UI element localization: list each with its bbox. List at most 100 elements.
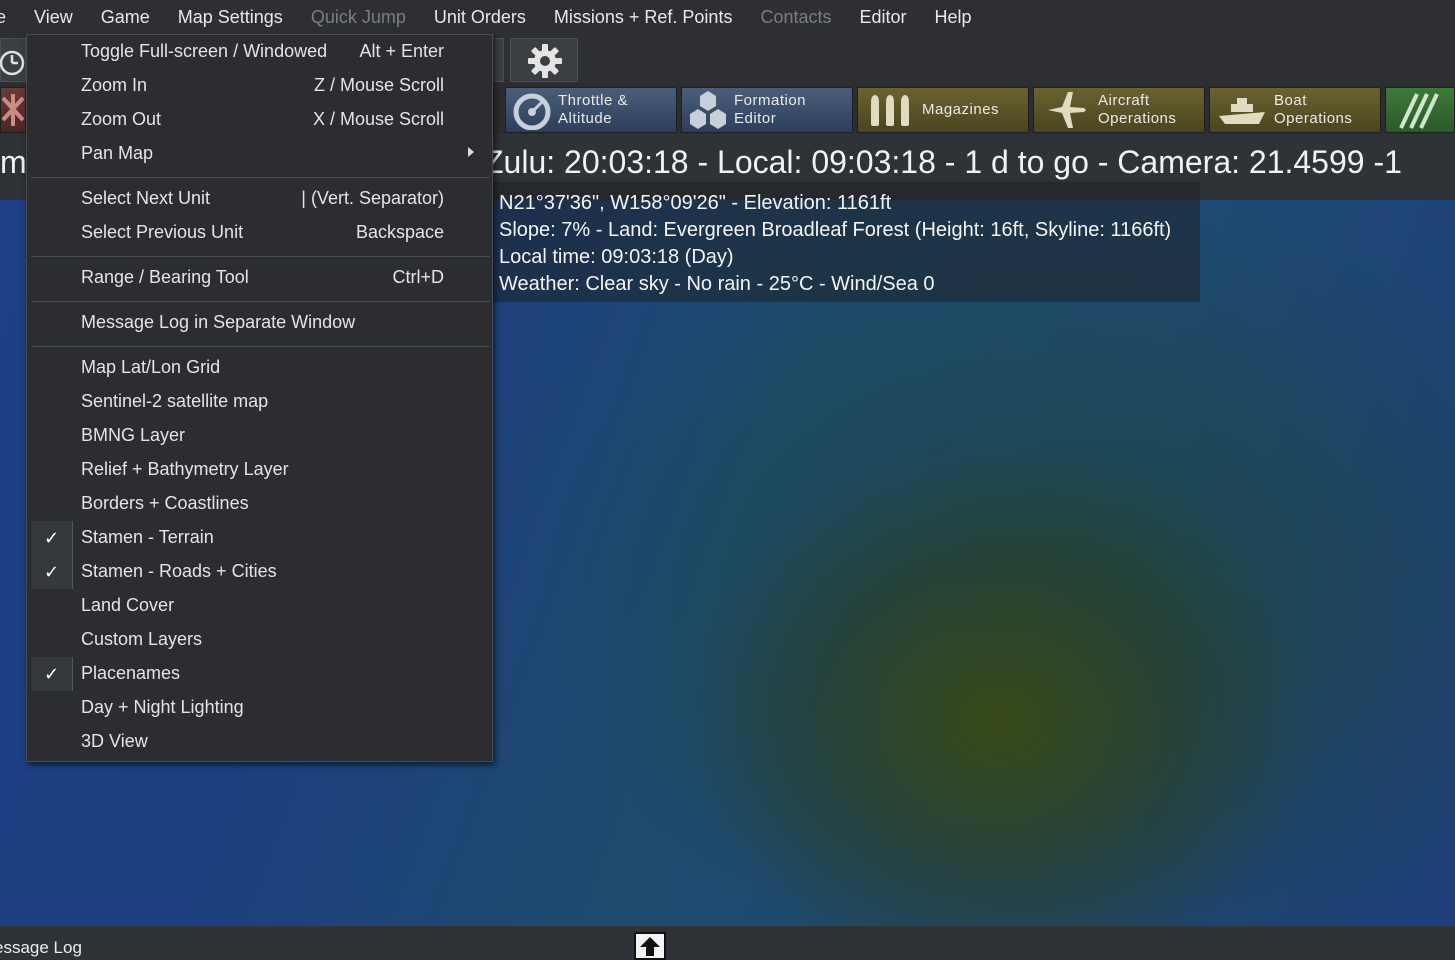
menu-item-label: Land Cover: [81, 595, 175, 615]
menu-item-3d-view[interactable]: 3D View: [27, 725, 492, 759]
menu-item-shortcut: Backspace: [355, 222, 444, 242]
toolbar-button-red[interactable]: [0, 87, 26, 133]
magazines-button[interactable]: Magazines: [857, 87, 1029, 133]
throttle-altitude-button[interactable]: Throttle & Altitude: [505, 87, 677, 133]
message-log-bar: essage Log: [0, 926, 1455, 960]
menu-item-shortcut: | (Vert. Separator): [301, 188, 444, 208]
menu-unit-orders[interactable]: Unit Orders: [420, 0, 540, 34]
menu-item-label: BMNG Layer: [81, 425, 186, 445]
menu-item-label: Pan Map: [81, 143, 154, 163]
view-menu-dropdown: Toggle Full-screen / Windowed Alt + Ente…: [26, 34, 493, 762]
menu-item-label: Select Previous Unit: [81, 222, 244, 242]
grass-icon: [1399, 93, 1439, 129]
menu-item-label: Day + Night Lighting: [81, 697, 244, 717]
magazines-label: Magazines: [922, 101, 1000, 118]
menu-map-settings[interactable]: Map Settings: [164, 0, 297, 34]
menu-missions[interactable]: Missions + Ref. Points: [540, 0, 747, 34]
burst-icon: [1, 94, 25, 126]
menu-item-label: Message Log in Separate Window: [81, 312, 356, 332]
boat-operations-label: Boat Operations: [1274, 92, 1353, 127]
menu-quick-jump[interactable]: Quick Jump: [297, 0, 420, 34]
menu-item-zoom-in[interactable]: Zoom In Z / Mouse Scroll: [27, 69, 492, 103]
menu-item-label: Select Next Unit: [81, 188, 211, 208]
submenu-arrow-icon: [468, 147, 474, 157]
menu-item-day-night-lighting[interactable]: Day + Night Lighting: [27, 691, 492, 725]
local-time-text: Local time: 09:03:18 (Day): [499, 246, 734, 268]
menu-item-shortcut: Alt + Enter: [359, 41, 444, 61]
menu-item-land-cover[interactable]: Land Cover: [27, 589, 492, 623]
formation-editor-button[interactable]: Formation Editor: [681, 87, 853, 133]
menu-item-label: Zoom In: [81, 75, 148, 95]
menu-item-label: Stamen - Terrain: [81, 527, 214, 547]
menu-item-bmng-layer[interactable]: BMNG Layer: [27, 419, 492, 453]
menu-item-label: Toggle Full-screen / Windowed: [81, 41, 328, 61]
menu-item-label: Custom Layers: [81, 629, 203, 649]
menu-item-shortcut: Z / Mouse Scroll: [313, 75, 444, 95]
menu-bar: e View Game Map Settings Quick Jump Unit…: [0, 0, 1455, 34]
aircraft-operations-label: Aircraft Operations: [1098, 92, 1177, 127]
weather-text: Weather: Clear sky - No rain - 25°C - Wi…: [499, 273, 935, 295]
menu-item-zoom-out[interactable]: Zoom Out X / Mouse Scroll: [27, 103, 492, 137]
menu-item-label: Sentinel-2 satellite map: [81, 391, 269, 411]
formation-hex-icon: [690, 91, 726, 129]
menu-item-label: Borders + Coastlines: [81, 493, 249, 513]
menu-file[interactable]: e: [0, 0, 20, 34]
menu-item-select-next-unit[interactable]: Select Next Unit | (Vert. Separator): [27, 182, 492, 216]
menu-divider: [31, 346, 490, 347]
menu-item-label: 3D View: [81, 731, 148, 751]
terrain-text: Slope: 7% - Land: Evergreen Broadleaf Fo…: [499, 219, 1172, 241]
throttle-altitude-label: Throttle & Altitude: [558, 92, 629, 127]
menu-item-range-bearing-tool[interactable]: Range / Bearing Tool Ctrl+D: [27, 261, 492, 295]
menu-item-custom-layers[interactable]: Custom Layers: [27, 623, 492, 657]
expand-message-log-button[interactable]: [634, 932, 666, 960]
menu-item-relief-bathymetry[interactable]: Relief + Bathymetry Layer: [27, 453, 492, 487]
menu-item-sentinel-map[interactable]: Sentinel-2 satellite map: [27, 385, 492, 419]
status-prefix: m: [0, 144, 27, 180]
aircraft-operations-button[interactable]: Aircraft Operations: [1033, 87, 1205, 133]
menu-item-placenames[interactable]: ✓ Placenames: [27, 657, 492, 691]
ground-operations-button[interactable]: [1385, 87, 1455, 133]
boat-operations-button[interactable]: Boat Operations: [1209, 87, 1381, 133]
menu-item-label: Stamen - Roads + Cities: [81, 561, 277, 581]
throttle-gauge-icon: [513, 93, 551, 130]
menu-item-borders-coastlines[interactable]: Borders + Coastlines: [27, 487, 492, 521]
message-log-label: essage Log: [0, 938, 82, 957]
menu-item-label: Map Lat/Lon Grid: [81, 357, 221, 377]
menu-view[interactable]: View: [20, 0, 87, 34]
menu-item-label: Range / Bearing Tool: [81, 267, 249, 287]
checkmark-icon: ✓: [31, 521, 73, 555]
menu-item-select-previous-unit[interactable]: Select Previous Unit Backspace: [27, 216, 492, 250]
clock-icon: [0, 50, 25, 76]
settings-button[interactable]: [510, 38, 578, 82]
formation-editor-label: Formation Editor: [734, 92, 807, 127]
menu-divider: [31, 177, 490, 178]
menu-item-label: Relief + Bathymetry Layer: [81, 459, 289, 479]
menu-item-shortcut: X / Mouse Scroll: [312, 109, 444, 129]
menu-item-pan-map[interactable]: Pan Map: [27, 137, 492, 171]
checkmark-icon: ✓: [31, 555, 73, 589]
menu-item-label: Placenames: [81, 663, 181, 683]
arrow-up-icon: [640, 937, 660, 956]
menu-item-message-log-window[interactable]: Message Log in Separate Window: [27, 306, 492, 340]
menu-item-latlon-grid[interactable]: Map Lat/Lon Grid: [27, 351, 492, 385]
menu-item-stamen-terrain[interactable]: ✓ Stamen - Terrain: [27, 521, 492, 555]
cursor-info-panel: N21°37'36", W158°09'26" - Elevation: 116…: [492, 182, 1200, 302]
coordinates-text: N21°37'36", W158°09'26" - Elevation: 116…: [499, 192, 892, 214]
checkmark-icon: ✓: [31, 657, 73, 691]
menu-help[interactable]: Help: [921, 0, 986, 34]
menu-item-toggle-fullscreen[interactable]: Toggle Full-screen / Windowed Alt + Ente…: [27, 35, 492, 69]
menu-divider: [31, 301, 490, 302]
boat-icon: [1219, 98, 1265, 124]
menu-item-shortcut: Ctrl+D: [392, 267, 444, 287]
aircraft-icon: [1048, 92, 1086, 128]
menu-contacts[interactable]: Contacts: [746, 0, 845, 34]
ammo-icon: [871, 95, 909, 126]
gear-icon: [528, 44, 562, 78]
menu-game[interactable]: Game: [87, 0, 164, 34]
toolbar-button-hidden[interactable]: [492, 38, 504, 82]
clock-button[interactable]: [0, 38, 26, 82]
menu-editor[interactable]: Editor: [846, 0, 921, 34]
menu-item-label: Zoom Out: [81, 109, 162, 129]
menu-item-stamen-roads-cities[interactable]: ✓ Stamen - Roads + Cities: [27, 555, 492, 589]
menu-divider: [31, 256, 490, 257]
